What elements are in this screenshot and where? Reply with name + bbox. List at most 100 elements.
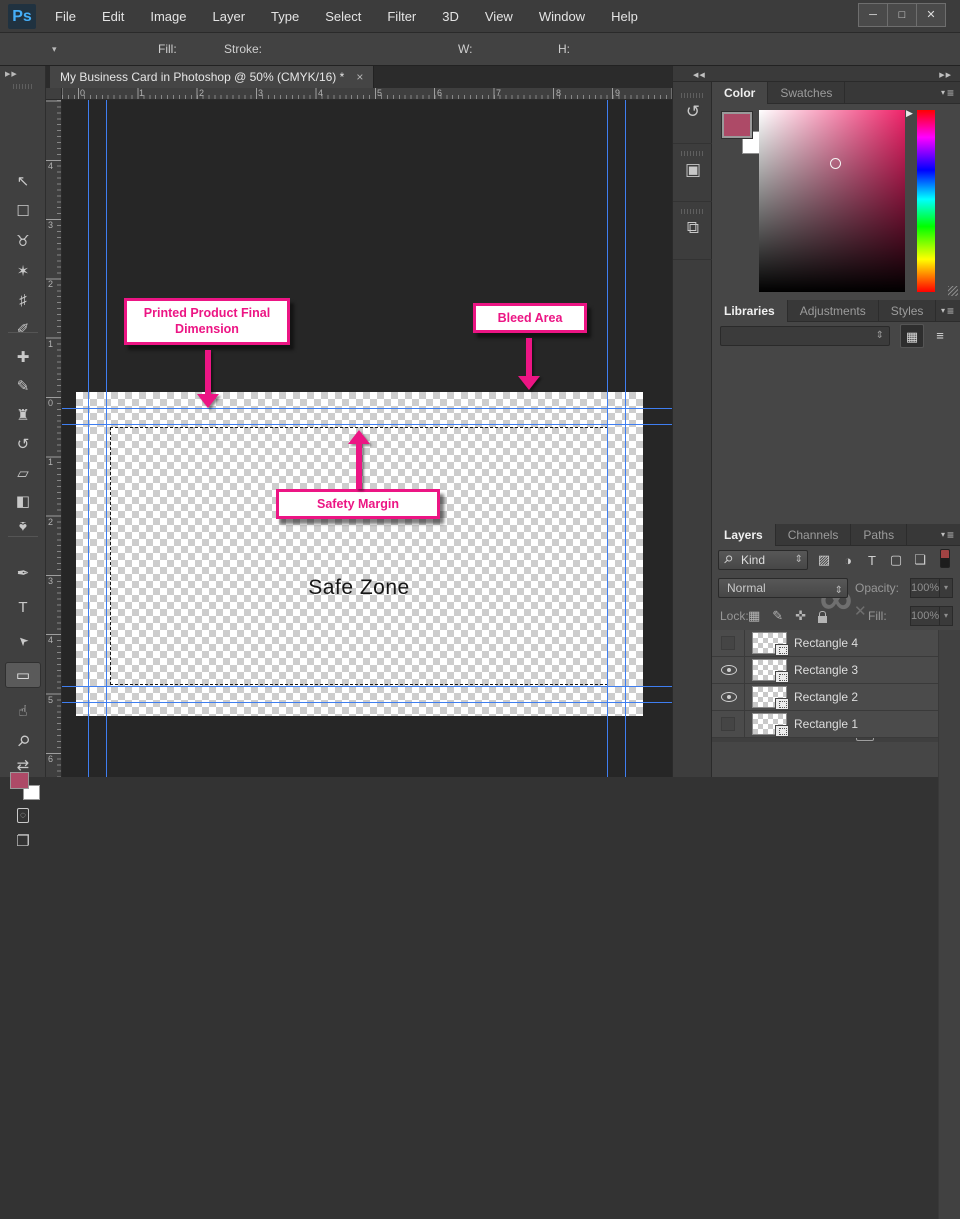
rectangle-tool[interactable]: ▭ <box>5 662 41 688</box>
panel-tab[interactable]: Styles <box>879 300 937 322</box>
timeline-panel-icon[interactable]: ⧉ <box>673 204 713 260</box>
visibility-column[interactable] <box>712 711 745 737</box>
panel-tab[interactable]: Swatches <box>768 82 845 104</box>
blend-mode-dropdown[interactable]: Normal ⇕ <box>718 578 848 598</box>
layer-thumbnail[interactable] <box>752 659 787 681</box>
layer-row[interactable]: Rectangle 3 <box>712 657 938 684</box>
menu-item[interactable]: Select <box>312 9 374 24</box>
collapse-strip-icon[interactable]: ◀◀ <box>693 71 706 79</box>
spot-healing-tool[interactable]: ✚ <box>5 344 41 370</box>
panel-menu-icon[interactable]: ≡ <box>941 86 954 100</box>
menu-item[interactable]: View <box>472 9 526 24</box>
crop-tool[interactable]: ♯ <box>5 287 41 313</box>
fill-value[interactable]: 100% <box>910 606 940 626</box>
filter-toggle-icon[interactable] <box>940 549 950 568</box>
panel-menu-icon[interactable]: ≡ <box>941 304 954 318</box>
gradient-tool[interactable]: ◧ <box>5 488 41 514</box>
lasso-tool[interactable]: ♉ <box>5 228 41 254</box>
hand-tool[interactable]: ☝ <box>5 698 41 724</box>
properties-panel-icon[interactable]: ▣ <box>673 146 713 202</box>
color-field[interactable] <box>759 110 905 292</box>
panel-tab[interactable]: Libraries <box>712 300 788 322</box>
close-button[interactable]: ✕ <box>916 3 946 27</box>
history-panel-icon[interactable]: ↺ <box>673 88 713 144</box>
menu-item[interactable]: Type <box>258 9 312 24</box>
menu-item[interactable]: Image <box>137 9 199 24</box>
layer-row[interactable]: Rectangle 2 <box>712 684 938 711</box>
visibility-checkbox[interactable] <box>721 636 735 650</box>
filter-shape-icon[interactable]: ▢ <box>888 552 904 568</box>
filter-adjustment-icon[interactable]: ◑ <box>840 553 856 568</box>
menu-item[interactable]: Help <box>598 9 651 24</box>
foreground-color-swatch[interactable] <box>10 772 29 789</box>
layer-thumbnail[interactable] <box>752 632 787 654</box>
panel-grip <box>681 93 705 98</box>
layer-filter-kind-dropdown[interactable]: ⚲ Kind ⇕ <box>718 550 808 570</box>
tab-close-icon[interactable]: × <box>356 70 363 84</box>
move-tool[interactable]: ↖ <box>5 168 41 194</box>
eyedropper-tool[interactable]: ✐ <box>5 316 41 342</box>
layer-row[interactable]: Rectangle 4 <box>712 630 938 657</box>
visibility-column[interactable] <box>712 657 745 683</box>
lock-paint-icon[interactable]: ✎ <box>772 608 783 624</box>
tool-preset-dropdown-icon[interactable]: ▾ <box>52 33 57 66</box>
zoom-tool[interactable]: ⚲ <box>5 728 41 754</box>
panel-tab[interactable]: Adjustments <box>788 300 879 322</box>
pen-tool[interactable]: ✒ <box>5 560 41 586</box>
color-cursor[interactable] <box>830 158 841 169</box>
tools-expand-icon[interactable]: ▶▶ <box>5 70 18 78</box>
menu-item[interactable]: 3D <box>429 9 472 24</box>
layers-scroll-gutter[interactable] <box>938 630 960 1219</box>
foreground-color-swatch[interactable] <box>722 112 752 138</box>
eye-icon[interactable] <box>721 665 737 675</box>
marquee-tool[interactable]: ☐ <box>5 198 41 224</box>
path-selection-tool[interactable]: ➤ <box>5 628 41 654</box>
quick-mask-icon[interactable]: ◌ <box>5 802 41 828</box>
horizontal-ruler[interactable]: 0123456789 <box>62 88 672 100</box>
document-tab[interactable]: My Business Card in Photoshop @ 50% (CMY… <box>50 66 374 88</box>
layer-thumbnail[interactable] <box>752 686 787 708</box>
lock-position-icon[interactable]: ✜ <box>795 608 806 624</box>
lock-all-icon[interactable] <box>818 616 827 623</box>
panel-menu-icon[interactable]: ≡ <box>941 528 954 542</box>
layer-row[interactable]: Rectangle 1 <box>712 711 938 738</box>
layer-thumbnail[interactable] <box>752 713 787 735</box>
panel-tab[interactable]: Paths <box>851 524 907 546</box>
visibility-checkbox[interactable] <box>721 717 735 731</box>
history-brush-tool[interactable]: ↺ <box>5 431 41 457</box>
menu-item[interactable]: Window <box>526 9 598 24</box>
list-view-icon[interactable]: ≡ <box>928 324 952 348</box>
resize-grip[interactable] <box>948 286 958 296</box>
menu-item[interactable]: Filter <box>374 9 429 24</box>
minimize-button[interactable]: ─ <box>858 3 888 27</box>
fill-dropdown-icon[interactable]: ▾ <box>940 606 953 626</box>
canvas-viewport[interactable]: Safe Zone Printed Product Final Dimensio… <box>62 100 672 777</box>
brush-tool[interactable]: ✎ <box>5 373 41 399</box>
collapse-dock-icon[interactable]: ▶▶ <box>939 71 952 79</box>
menu-item[interactable]: Edit <box>89 9 137 24</box>
lock-transparency-icon[interactable]: ▦ <box>748 608 760 624</box>
menu-item[interactable]: Layer <box>200 9 259 24</box>
panel-tab[interactable]: Channels <box>776 524 852 546</box>
panel-tab[interactable]: Layers <box>712 524 776 546</box>
maximize-button[interactable]: □ <box>887 3 917 27</box>
grid-view-icon[interactable]: ▦ <box>900 324 924 348</box>
eye-icon[interactable] <box>721 692 737 702</box>
screen-mode-icon[interactable]: ❐ <box>5 828 41 854</box>
library-select-dropdown[interactable]: ⇕ <box>720 326 890 346</box>
visibility-column[interactable] <box>712 630 745 656</box>
opacity-dropdown-icon[interactable]: ▾ <box>940 578 953 598</box>
type-tool[interactable]: T <box>5 594 41 620</box>
opacity-value[interactable]: 100% <box>910 578 940 598</box>
vertical-ruler[interactable]: 43210123456 <box>46 100 62 777</box>
visibility-column[interactable] <box>712 684 745 710</box>
filter-pixel-icon[interactable]: ▨ <box>816 552 832 568</box>
clone-stamp-tool[interactable]: ♜ <box>5 402 41 428</box>
menu-item[interactable]: File <box>42 9 89 24</box>
filter-type-icon[interactable]: T <box>864 553 880 568</box>
eraser-tool[interactable]: ▱ <box>5 460 41 486</box>
panel-tab[interactable]: Color <box>712 82 768 104</box>
hue-slider[interactable] <box>917 110 935 292</box>
filter-smart-object-icon[interactable]: ❏ <box>912 552 928 568</box>
quick-selection-tool[interactable]: ✶ <box>5 258 41 284</box>
